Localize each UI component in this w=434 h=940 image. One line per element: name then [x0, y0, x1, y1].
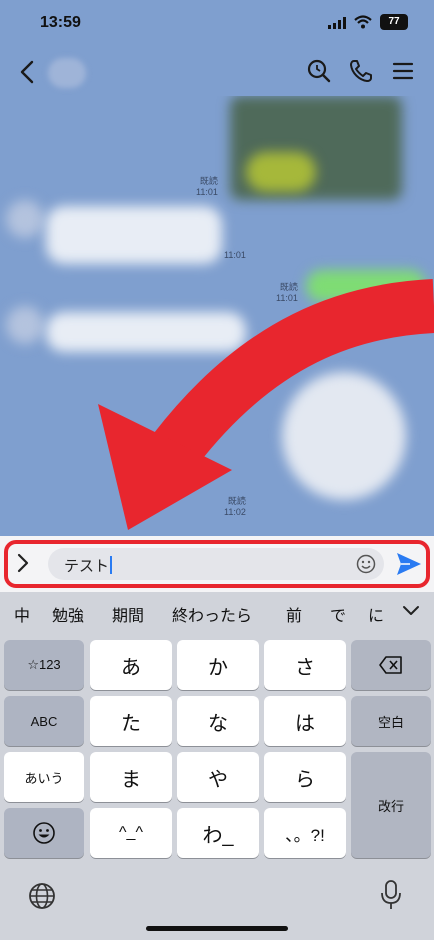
key-ka[interactable]: か: [177, 640, 259, 690]
enter-key[interactable]: 改行: [351, 752, 431, 858]
chevron-down-icon[interactable]: [402, 604, 420, 618]
avatar-blurred[interactable]: [6, 200, 44, 238]
key-na[interactable]: な: [177, 696, 259, 746]
sticker-blurred[interactable]: [282, 372, 406, 500]
home-indicator: [146, 926, 288, 931]
kaomoji-key[interactable]: ^_^: [90, 808, 172, 858]
message-meta: 既読 11:01: [196, 176, 218, 198]
key-ta[interactable]: た: [90, 696, 172, 746]
received-bubble-blurred[interactable]: [46, 206, 222, 264]
sent-bubble-blurred[interactable]: [306, 270, 426, 302]
chat-area: 既読 11:01 11:01 既読 11:01 既読 11:02: [0, 96, 434, 536]
signal-icon: [328, 17, 346, 29]
backspace-icon: [379, 656, 402, 674]
message-time: 11:02: [224, 507, 246, 517]
suggestion-item[interactable]: 中: [14, 602, 30, 626]
suggestion-item[interactable]: で: [330, 602, 346, 626]
back-icon[interactable]: [16, 58, 40, 86]
message-meta: 既読 11:01: [276, 282, 298, 304]
send-icon[interactable]: [396, 552, 422, 576]
key-ma[interactable]: ま: [90, 752, 172, 802]
message-meta: 11:01: [224, 250, 246, 261]
suggestion-bar: 中 勉強 期間 終わったら 前 で に: [0, 592, 434, 632]
keyboard: 中 勉強 期間 終わったら 前 で に ☆123 あ か さ ABC た な は…: [0, 592, 434, 940]
phone-icon[interactable]: [348, 58, 374, 84]
suggestion-item[interactable]: 期間: [112, 602, 144, 626]
read-label: 既読: [199, 176, 218, 186]
message-input-text: テスト: [64, 555, 113, 576]
read-label: 既読: [279, 282, 298, 292]
wifi-icon: [354, 15, 372, 29]
punctuation-key[interactable]: 、。?!: [264, 808, 346, 858]
menu-icon[interactable]: [390, 58, 416, 84]
battery-indicator: 77: [380, 14, 408, 30]
message-time: 11:01: [276, 293, 298, 303]
suggestion-item[interactable]: に: [368, 602, 384, 626]
kana-mode-key[interactable]: あいう: [4, 752, 84, 802]
message-time: 11:01: [196, 187, 218, 197]
globe-icon[interactable]: [28, 882, 56, 910]
key-ra[interactable]: ら: [264, 752, 346, 802]
emoji-key[interactable]: [4, 808, 84, 858]
emoji-icon[interactable]: [356, 554, 376, 574]
abc-key[interactable]: ABC: [4, 696, 84, 746]
read-label: 既読: [227, 496, 246, 506]
message-input-bar: テスト: [0, 536, 434, 592]
status-bar: 13:59 77: [0, 0, 434, 46]
message-meta: 既読 11:02: [224, 496, 246, 518]
expand-icon[interactable]: [16, 552, 30, 574]
emoji-key-icon: [33, 822, 55, 844]
status-time: 13:59: [40, 14, 81, 31]
image-detail-blurred: [246, 152, 316, 192]
suggestion-item[interactable]: 前: [286, 602, 302, 626]
message-time: 11:01: [224, 250, 246, 260]
suggestion-item[interactable]: 勉強: [52, 602, 84, 626]
key-sa[interactable]: さ: [264, 640, 346, 690]
text-caret: [110, 556, 113, 574]
chat-header: [0, 48, 434, 96]
contact-name-blurred: [48, 58, 86, 88]
mic-icon[interactable]: [380, 880, 402, 910]
key-ya[interactable]: や: [177, 752, 259, 802]
received-bubble-blurred[interactable]: [46, 312, 246, 352]
symbols-key[interactable]: ☆123: [4, 640, 84, 690]
backspace-key[interactable]: [351, 640, 431, 690]
key-wa[interactable]: わ_: [177, 808, 259, 858]
message-input[interactable]: テスト: [48, 548, 384, 580]
suggestion-item[interactable]: 終わったら: [172, 602, 252, 626]
key-ha[interactable]: は: [264, 696, 346, 746]
space-key[interactable]: 空白: [351, 696, 431, 746]
search-icon[interactable]: [306, 58, 332, 84]
avatar-blurred[interactable]: [6, 306, 44, 344]
key-a[interactable]: あ: [90, 640, 172, 690]
